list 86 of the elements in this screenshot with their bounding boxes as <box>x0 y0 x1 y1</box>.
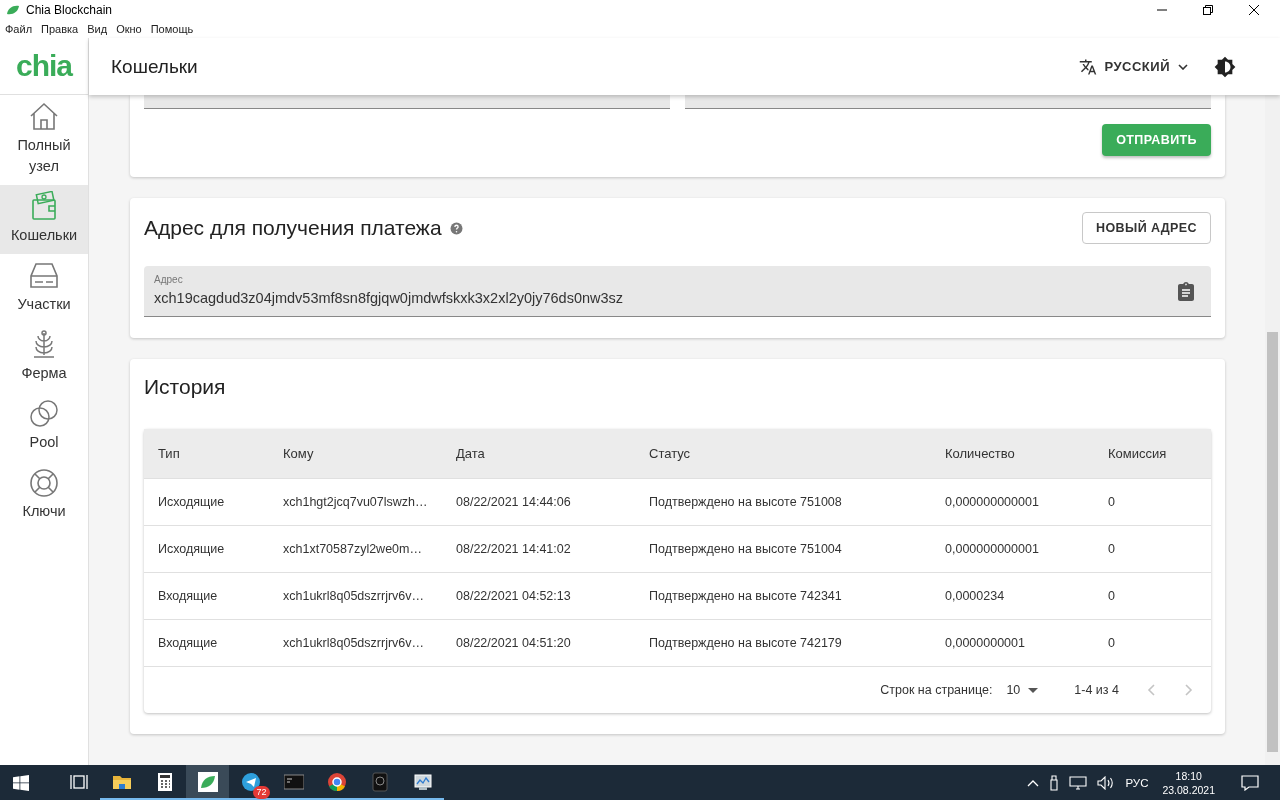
monitor-icon <box>412 771 433 792</box>
chevron-up-icon[interactable] <box>1027 778 1040 787</box>
taskbar-button[interactable] <box>186 765 229 800</box>
table-cell-text: 0,000000000001 <box>944 495 1040 509</box>
translate-icon <box>1078 57 1097 76</box>
table-cell-text: 0,0000000001 <box>944 636 1026 650</box>
menu-item[interactable]: Правка <box>41 23 79 35</box>
column-header: Тип <box>157 446 181 461</box>
table-cell-text: Исходящие <box>157 542 226 556</box>
new-address-button[interactable]: НОВЫЙ АДРЕС <box>1082 212 1211 244</box>
table-cell-text: Входящие <box>157 589 219 603</box>
table-cell-text: xch1ukrl8q05dszrrjrv6v… <box>282 636 426 650</box>
sidebar-item[interactable]: Pool <box>0 392 88 461</box>
sidebar-item[interactable]: Участки <box>0 254 88 323</box>
table-cell-text: Подтверждено на высоте 751004 <box>648 542 843 556</box>
notification-badge: 72 <box>253 785 270 799</box>
usb-drive-icon[interactable] <box>1049 774 1060 791</box>
sidebar-item[interactable]: Кошельки <box>0 185 88 254</box>
help-icon[interactable] <box>449 221 463 235</box>
caret-icon <box>1178 63 1188 70</box>
card-title: Адрес для получения платежа <box>144 216 442 240</box>
leaf-icon <box>6 5 20 15</box>
menu-item[interactable]: Помощь <box>150 23 194 35</box>
scrollbar[interactable] <box>1265 95 1280 765</box>
terminal-icon <box>283 771 304 792</box>
house-icon <box>28 101 60 133</box>
table-cell-text: xch1ukrl8q05dszrrjrv6v… <box>282 589 426 603</box>
table-cell-text: 0 <box>1107 542 1116 556</box>
table-cell-text: Исходящие <box>157 495 226 509</box>
input-field[interactable] <box>144 95 670 109</box>
table-cell-text: 08/22/2021 14:44:06 <box>455 495 572 509</box>
rows-per-page-select[interactable]: 10 <box>1006 683 1039 697</box>
sidebar-item[interactable]: Полный узел <box>0 95 88 185</box>
input-language[interactable]: РУС <box>1125 776 1149 789</box>
column-header: Кому <box>282 446 315 461</box>
clipboard-icon[interactable] <box>1178 281 1194 301</box>
table-cell-text: 0 <box>1107 636 1116 650</box>
restore-icon[interactable] <box>1203 5 1213 15</box>
chrome-icon <box>326 771 347 792</box>
language-button[interactable]: РУССКИЙ <box>1074 53 1192 80</box>
column-header: Количество <box>944 446 1016 461</box>
table-cell-text: 08/22/2021 04:52:13 <box>455 589 572 603</box>
table-cell-text: Подтверждено на высоте 742341 <box>648 589 843 603</box>
column-header: Комиссия <box>1107 446 1168 461</box>
sidebar-item[interactable]: Ключи <box>0 461 88 530</box>
table-cell-text: 0,0000234 <box>944 589 1006 603</box>
clock[interactable]: 18:10 23.08.2021 <box>1162 768 1215 797</box>
menu-item[interactable]: Окно <box>116 23 142 35</box>
column-header: Статус <box>648 446 692 461</box>
circles-icon <box>28 398 60 430</box>
notifications-icon[interactable] <box>1241 774 1259 791</box>
field-label: Адрес <box>154 274 184 286</box>
leaf-icon <box>197 771 218 792</box>
hard-drive-icon <box>369 771 390 792</box>
address-field[interactable]: Адрес xch19cagdud3z04jmdv53mf8sn8fgjqw0jmdwfskxk3x2xl2y0jy76ds0nw3sz <box>144 266 1211 317</box>
table-cell-text: Подтверждено на высоте 751008 <box>648 495 843 509</box>
column-header: Дата <box>455 446 486 461</box>
page-title: Кошельки <box>111 55 199 78</box>
table-cell-text: xch1xt70587zyl2we0m… <box>282 542 423 556</box>
menu-item[interactable]: Вид <box>87 23 108 35</box>
table-cell-text: 0,000000000001 <box>944 542 1040 556</box>
sidebar-item[interactable]: Ферма <box>0 323 88 392</box>
table-cell-text: 08/22/2021 14:41:02 <box>455 542 572 556</box>
table-cell-text: 08/22/2021 04:51:20 <box>455 636 572 650</box>
windows-start-icon[interactable] <box>13 774 29 791</box>
lifebuoy-icon <box>28 467 60 499</box>
table-cell-text: 0 <box>1107 495 1116 509</box>
input-field[interactable] <box>685 95 1211 109</box>
logo: chia <box>16 49 72 83</box>
theme-toggle-icon[interactable] <box>1214 55 1236 78</box>
card-title: История <box>144 374 227 400</box>
table-cell-text: Подтверждено на высоте 742179 <box>648 636 843 650</box>
scrollbar-thumb[interactable] <box>1267 332 1278 752</box>
menu-item[interactable]: Файл <box>5 23 33 35</box>
volume-icon[interactable] <box>1097 775 1116 790</box>
table-cell-text: Входящие <box>157 636 219 650</box>
table-cell-text: 0 <box>1107 589 1116 603</box>
network-icon[interactable] <box>1069 775 1088 790</box>
table-cell-text: xch1hgt2jcq7vu07lswzh… <box>282 495 429 509</box>
page-range: 1-4 из 4 <box>1074 683 1119 697</box>
dropdown-caret-icon <box>1028 687 1039 693</box>
close-icon[interactable] <box>1249 5 1259 15</box>
taskbar-button[interactable]: 72 <box>229 765 272 800</box>
rows-per-page-label: Строк на странице: <box>880 683 993 697</box>
field-value: xch19cagdud3z04jmdv53mf8sn8fgjqw0jmdwfskxk3x2xl2y0jy76ds0nw3sz <box>154 289 625 308</box>
window-title: Chia Blockchain <box>26 3 114 17</box>
